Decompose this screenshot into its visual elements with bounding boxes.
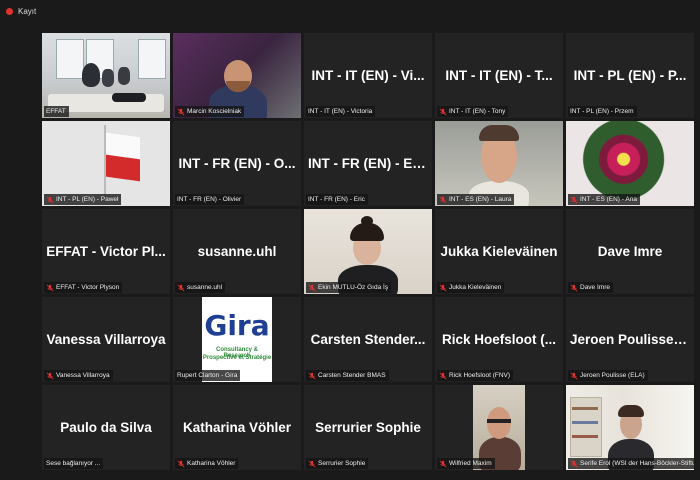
participant-tile[interactable]: EFFAT - Victor Pl... EFFAT - Victor Plys… xyxy=(42,209,170,294)
participant-tile[interactable]: Katharina Vöhler Katharina Vöhler xyxy=(173,385,301,470)
participant-display-name: Carsten Stender... xyxy=(310,332,426,347)
participant-name-label: Sese bağlanıyor ... xyxy=(44,458,104,469)
mic-muted-icon xyxy=(439,196,447,203)
participant-name-label: Carsten Stender BMAS xyxy=(306,370,389,381)
participant-name-label: Vanessa Villarroya xyxy=(44,370,113,381)
participant-name-label: INT - PL (EN) - Paweł xyxy=(44,194,122,205)
recording-indicator: Kayıt xyxy=(0,0,700,22)
participant-display-name: Vanessa Villarroya xyxy=(46,332,166,347)
participant-name-label: INT - FR (EN) - Olivier xyxy=(175,194,245,205)
participant-name-label: Serrurier Sophie xyxy=(306,458,369,469)
participant-name-label: Jeroen Poulisse (ELA) xyxy=(568,370,648,381)
participant-tile[interactable]: Jeroen Poulisse (... Jeroen Poulisse (EL… xyxy=(566,297,694,382)
participant-name-label: INT - ES (EN) - Ana xyxy=(568,194,640,205)
gira-logo-word: Gira xyxy=(204,309,270,342)
participant-tile[interactable]: Serife Erol (WSI der Hans-Böckler-Stiftu… xyxy=(566,385,694,470)
participant-display-name: INT - PL (EN) - P... xyxy=(573,68,687,83)
participant-display-name: INT - IT (EN) - Vi... xyxy=(311,68,425,83)
participant-tile[interactable]: EFFAT xyxy=(42,33,170,118)
mic-muted-icon xyxy=(46,196,54,203)
mic-muted-icon xyxy=(308,372,316,379)
participant-display-name: Katharina Vöhler xyxy=(182,420,292,435)
mic-muted-icon xyxy=(439,372,447,379)
video-gallery: EFFAT Marcin Koscielniak INT - IT (EN) -… xyxy=(42,33,694,470)
participant-name-label: INT - IT (EN) - Victoria xyxy=(306,106,376,117)
mic-muted-icon xyxy=(439,460,447,467)
participant-tile[interactable]: Wilfried Maxim xyxy=(435,385,563,470)
participant-tile[interactable]: Gira Consultancy & Research Prospective … xyxy=(173,297,301,382)
participant-name-label: INT - IT (EN) - Tony xyxy=(437,106,509,117)
participant-tile[interactable]: INT - IT (EN) - Vi... INT - IT (EN) - Vi… xyxy=(304,33,432,118)
mic-muted-icon xyxy=(177,460,185,467)
participant-name-label: INT - PL (EN) - Przem xyxy=(568,106,637,117)
participant-name-label: Katharina Vöhler xyxy=(175,458,239,469)
participant-name-label: INT - FR (EN) - Eric xyxy=(306,194,368,205)
record-label: Kayıt xyxy=(18,6,37,16)
participant-tile[interactable]: INT - PL (EN) - Paweł xyxy=(42,121,170,206)
mic-muted-icon xyxy=(308,460,316,467)
mic-muted-icon xyxy=(177,284,185,291)
record-icon xyxy=(6,7,13,15)
mic-icon xyxy=(177,108,185,115)
participant-name-label: Wilfried Maxim xyxy=(437,458,495,469)
participant-name-label: Jukka Kieleväinen xyxy=(437,282,505,293)
participant-tile[interactable]: Ekin MUTLU-Öz Gıda İş xyxy=(304,209,432,294)
participant-tile[interactable]: Dave Imre Dave Imre xyxy=(566,209,694,294)
participant-display-name: Rick Hoefsloot (... xyxy=(441,332,556,347)
participant-tile[interactable]: Carsten Stender... Carsten Stender BMAS xyxy=(304,297,432,382)
participant-tile[interactable]: INT - IT (EN) - T... INT - IT (EN) - Ton… xyxy=(435,33,563,118)
participant-tile[interactable]: Marcin Koscielniak xyxy=(173,33,301,118)
mic-muted-icon xyxy=(439,108,447,115)
mic-muted-icon xyxy=(570,196,578,203)
participant-name-label: Dave Imre xyxy=(568,282,613,293)
participant-display-name: INT - FR (EN) - O... xyxy=(178,156,296,171)
participant-tile[interactable]: INT - PL (EN) - P... INT - PL (EN) - Prz… xyxy=(566,33,694,118)
mic-muted-icon xyxy=(439,284,447,291)
participant-display-name: INT - FR (EN) - Eric xyxy=(308,156,429,171)
participant-name-label: EFFAT - Victor Plyson xyxy=(44,282,123,293)
participant-tile[interactable]: Vanessa Villarroya Vanessa Villarroya xyxy=(42,297,170,382)
participant-display-name: Jukka Kieleväinen xyxy=(440,244,558,259)
mic-muted-icon xyxy=(46,372,54,379)
participant-display-name: Dave Imre xyxy=(597,244,663,259)
mic-muted-icon xyxy=(308,284,316,291)
participant-tile[interactable]: INT - FR (EN) - Eric INT - FR (EN) - Eri… xyxy=(304,121,432,206)
participant-display-name: Paulo da Silva xyxy=(60,420,152,435)
participant-name-label: Ekin MUTLU-Öz Gıda İş xyxy=(306,282,392,293)
participant-name-label: INT - ES (EN) - Laura xyxy=(437,194,515,205)
participant-name-label: susanne.uhl xyxy=(175,282,226,293)
gira-logo-line2: Prospective et Stratégie xyxy=(202,355,272,361)
participant-name-label: EFFAT xyxy=(44,106,69,117)
participant-tile[interactable]: INT - ES (EN) - Laura xyxy=(435,121,563,206)
participant-tile[interactable]: Paulo da Silva Sese bağlanıyor ... xyxy=(42,385,170,470)
mic-muted-icon xyxy=(46,284,54,291)
participant-tile[interactable]: Serrurier Sophie Serrurier Sophie xyxy=(304,385,432,470)
participant-display-name: Jeroen Poulisse (... xyxy=(570,332,694,347)
participant-tile[interactable]: susanne.uhl susanne.uhl xyxy=(173,209,301,294)
participant-name-label: Serife Erol (WSI der Hans-Böckler-Stiftu… xyxy=(568,458,694,469)
participant-tile[interactable]: Jukka Kieleväinen Jukka Kieleväinen xyxy=(435,209,563,294)
participant-display-name: INT - IT (EN) - T... xyxy=(445,68,553,83)
participant-display-name: Serrurier Sophie xyxy=(315,420,421,435)
participant-tile[interactable]: INT - FR (EN) - O... INT - FR (EN) - Oli… xyxy=(173,121,301,206)
mic-muted-icon xyxy=(570,372,578,379)
mic-muted-icon xyxy=(570,460,578,467)
participant-name-label: Rupert Clarton - Gira xyxy=(175,370,241,381)
participant-name-label: Rick Hoefsloot (FNV) xyxy=(437,370,514,381)
mic-muted-icon xyxy=(570,284,578,291)
participant-display-name: susanne.uhl xyxy=(197,244,277,259)
participant-tile[interactable]: Rick Hoefsloot (... Rick Hoefsloot (FNV) xyxy=(435,297,563,382)
participant-display-name: EFFAT - Victor Pl... xyxy=(46,244,166,259)
participant-tile[interactable]: INT - ES (EN) - Ana xyxy=(566,121,694,206)
participant-name-label: Marcin Koscielniak xyxy=(175,106,245,117)
